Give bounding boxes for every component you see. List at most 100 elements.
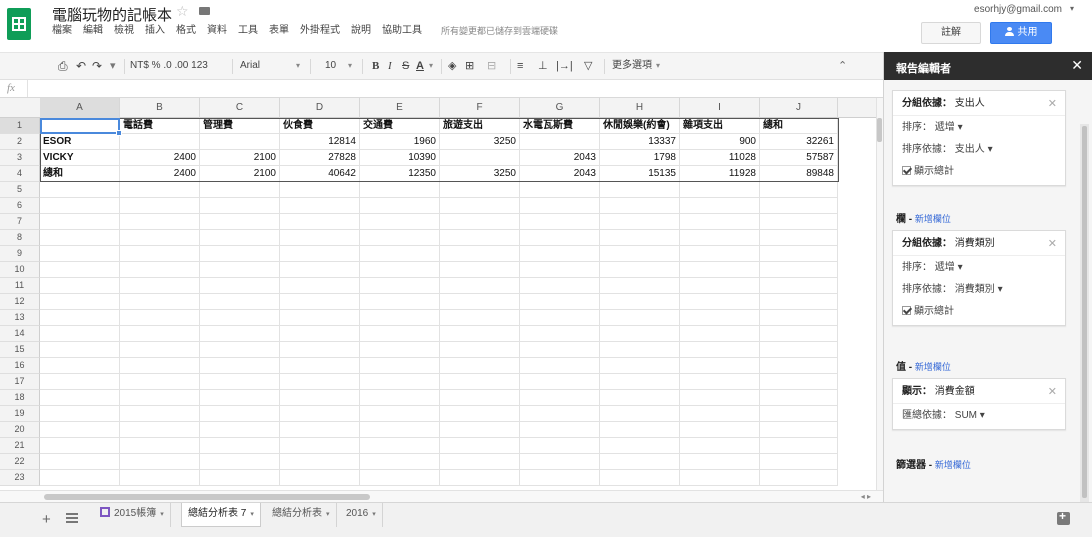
- save-status[interactable]: 所有變更都已儲存到雲端硬碟: [441, 24, 558, 38]
- close-icon[interactable]: ✕: [1071, 57, 1083, 74]
- cell[interactable]: [440, 214, 520, 230]
- explore-icon[interactable]: [1057, 509, 1070, 525]
- cell[interactable]: [440, 374, 520, 390]
- cell[interactable]: [40, 454, 120, 470]
- cell[interactable]: [200, 230, 280, 246]
- cell[interactable]: [760, 294, 838, 310]
- cell[interactable]: [280, 470, 360, 486]
- cell[interactable]: [200, 374, 280, 390]
- cell[interactable]: [760, 326, 838, 342]
- column-header-b[interactable]: B: [120, 98, 200, 118]
- remove-field-icon[interactable]: ✕: [1048, 385, 1057, 398]
- cell[interactable]: [600, 342, 680, 358]
- cell[interactable]: VICKY: [40, 150, 120, 166]
- cell[interactable]: [680, 422, 760, 438]
- cell[interactable]: [520, 470, 600, 486]
- cell[interactable]: 2043: [520, 150, 600, 166]
- chevron-down-icon[interactable]: ▾: [326, 511, 330, 518]
- row-header[interactable]: 1: [0, 118, 40, 134]
- italic-icon[interactable]: I: [388, 60, 392, 72]
- row-header[interactable]: 4: [0, 166, 40, 182]
- row-header[interactable]: 20: [0, 422, 40, 438]
- cell[interactable]: [200, 454, 280, 470]
- cell[interactable]: [520, 294, 600, 310]
- fill-handle[interactable]: [116, 130, 122, 136]
- cell[interactable]: [200, 422, 280, 438]
- cell[interactable]: [520, 262, 600, 278]
- cell[interactable]: [760, 454, 838, 470]
- cell[interactable]: [520, 246, 600, 262]
- cell[interactable]: [760, 182, 838, 198]
- cell[interactable]: [680, 390, 760, 406]
- cell[interactable]: [120, 182, 200, 198]
- cell[interactable]: [200, 278, 280, 294]
- column-header-g[interactable]: G: [520, 98, 600, 118]
- cell[interactable]: [200, 198, 280, 214]
- row-header[interactable]: 16: [0, 358, 40, 374]
- cell[interactable]: [680, 310, 760, 326]
- cell[interactable]: 交通費: [360, 118, 440, 134]
- cell[interactable]: 900: [680, 134, 760, 150]
- cell[interactable]: [680, 230, 760, 246]
- cell[interactable]: [40, 198, 120, 214]
- cell[interactable]: [440, 470, 520, 486]
- cell[interactable]: [520, 198, 600, 214]
- cell[interactable]: 57587: [760, 150, 838, 166]
- cell[interactable]: [440, 182, 520, 198]
- cell[interactable]: [440, 262, 520, 278]
- cell[interactable]: 總和: [40, 166, 120, 182]
- cell[interactable]: [680, 454, 760, 470]
- cell[interactable]: [360, 342, 440, 358]
- cell[interactable]: [760, 390, 838, 406]
- cell[interactable]: [520, 278, 600, 294]
- cell[interactable]: [120, 294, 200, 310]
- column-header-i[interactable]: I: [680, 98, 760, 118]
- tab-2016[interactable]: 2016 ▾: [340, 503, 383, 527]
- columns-show-totals[interactable]: 顯示總計: [902, 305, 954, 319]
- cell[interactable]: [600, 182, 680, 198]
- cell[interactable]: 1960: [360, 134, 440, 150]
- cell[interactable]: 總和: [760, 118, 838, 134]
- cell[interactable]: [200, 342, 280, 358]
- cell[interactable]: [40, 310, 120, 326]
- columns-sort-by[interactable]: 排序依據： 消費類別 ▾: [902, 283, 1003, 297]
- cell[interactable]: [280, 374, 360, 390]
- row-header[interactable]: 12: [0, 294, 40, 310]
- cell[interactable]: [760, 422, 838, 438]
- cell[interactable]: [600, 358, 680, 374]
- font-size-select[interactable]: 10: [325, 60, 336, 72]
- column-header-j[interactable]: J: [760, 98, 838, 118]
- undo-icon[interactable]: ↶: [76, 60, 86, 72]
- horizontal-scroll-thumb[interactable]: [44, 494, 370, 500]
- cell[interactable]: [120, 198, 200, 214]
- cell[interactable]: [680, 374, 760, 390]
- cell[interactable]: 12814: [280, 134, 360, 150]
- chevron-down-icon[interactable]: ▾: [372, 511, 376, 518]
- cell[interactable]: [280, 454, 360, 470]
- star-icon[interactable]: ☆: [176, 3, 189, 20]
- cell[interactable]: [200, 326, 280, 342]
- chevron-down-icon[interactable]: ▾: [429, 60, 433, 72]
- menu-help[interactable]: 說明: [351, 24, 376, 38]
- cell[interactable]: [200, 390, 280, 406]
- columns-sort-order[interactable]: 排序： 遞增 ▾: [902, 261, 963, 275]
- cell[interactable]: [360, 390, 440, 406]
- cell[interactable]: [200, 262, 280, 278]
- cell[interactable]: [40, 342, 120, 358]
- folder-icon[interactable]: [199, 7, 210, 15]
- row-header[interactable]: 21: [0, 438, 40, 454]
- chevron-down-icon[interactable]: ▾: [656, 60, 660, 72]
- cell[interactable]: [520, 422, 600, 438]
- align-left-icon[interactable]: ≡: [517, 60, 523, 72]
- cell[interactable]: [40, 262, 120, 278]
- cell[interactable]: [360, 214, 440, 230]
- cell[interactable]: 32261: [760, 134, 838, 150]
- cell[interactable]: 1798: [600, 150, 680, 166]
- cell[interactable]: [360, 262, 440, 278]
- font-family-select[interactable]: Arial: [240, 60, 260, 72]
- cell[interactable]: [440, 294, 520, 310]
- rows-sort-order[interactable]: 排序： 遞增 ▾: [902, 121, 963, 135]
- cell[interactable]: [360, 454, 440, 470]
- text-color-icon[interactable]: A: [416, 60, 424, 72]
- cell[interactable]: [760, 278, 838, 294]
